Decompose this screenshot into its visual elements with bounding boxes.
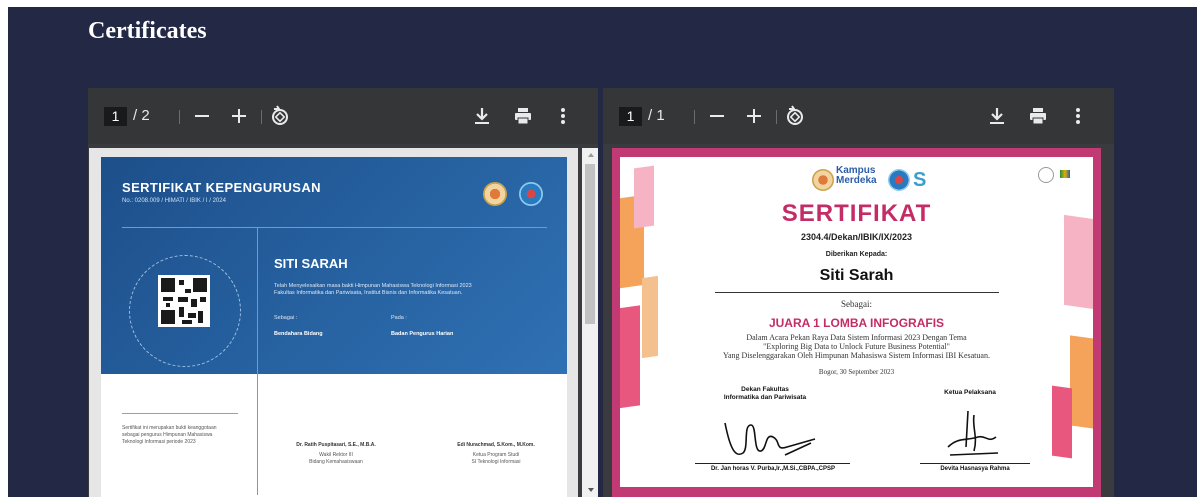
signature-2 — [947, 410, 999, 456]
pdf-toolbar: 1 / 2 — [88, 88, 598, 144]
zoom-out-icon[interactable] — [705, 104, 729, 128]
certificate-number: No.: 0208.009 / HIMATI / IBIK / I / 2024 — [122, 198, 226, 204]
toolbar-separator — [694, 110, 695, 124]
more-icon[interactable] — [1066, 104, 1090, 128]
footnote-line: Sertifikat ini merupakan bukti keanggota… — [122, 425, 217, 431]
download-icon[interactable] — [470, 104, 494, 128]
unit-value: Badan Pengurus Harian — [391, 331, 454, 337]
footnote-line: Teknologi Informasi periode 2023 — [122, 439, 196, 445]
given-to-label: Diberikan Kepada: — [825, 251, 888, 258]
pdf-toolbar: 1 / 1 — [603, 88, 1114, 144]
toolbar-separator — [179, 110, 180, 124]
section-title: Certificates — [88, 18, 207, 44]
description-line: Dalam Acara Pekan Raya Data Sistem Infor… — [746, 333, 967, 342]
unit-label: Pada : — [391, 315, 407, 321]
certificate-header-panel: SERTIFIKAT KEPENGURUSAN No.: 0208.009 / … — [101, 157, 567, 374]
signatory-2-name: Devita Hasnasya Rahma — [940, 466, 1010, 472]
download-icon[interactable] — [985, 104, 1009, 128]
signatory-1-title: Dekan Fakultas — [741, 386, 789, 393]
print-icon[interactable] — [1026, 104, 1050, 128]
certificate-page: SERTIFIKAT KEPENGURUSAN No.: 0208.009 / … — [89, 148, 578, 497]
signatory-2-name: Edi Nurachmad, S.Kom., M.Kom. — [457, 442, 535, 448]
recipient-name: SITI SARAH — [274, 256, 348, 271]
signatory-1-title: Informatika dan Pariwisata — [723, 394, 807, 401]
toolbar-separator — [776, 110, 777, 124]
scrollbar-thumb[interactable] — [585, 164, 595, 324]
organization-logo — [519, 182, 543, 206]
rotate-icon[interactable] — [268, 104, 292, 128]
zoom-in-icon[interactable] — [742, 104, 766, 128]
signatory-2-title: Ketua Pelaksana — [944, 389, 996, 396]
partner-logo: S — [913, 169, 927, 191]
pdf-viewer-1[interactable]: 1 / 2 SERTIFIKAT KEPENGURUSAN No.: 0208.… — [88, 88, 598, 497]
signatory-1-name: Dr. Jan horas V. Purba,Ir.,M.Si.,CBPA.,C… — [710, 466, 836, 472]
signatory-1-name: Dr. Ratih Puspitasari, S.E., M.B.A. — [296, 442, 376, 448]
certificate-page: Kampus Merdeka S SERTIFIKAT 2304.4/Dekan… — [612, 148, 1101, 497]
pdf-viewer-2[interactable]: 1 / 1 Kampus Merdeka S SERTIFIKAT 2304.4… — [603, 88, 1114, 497]
place-date: Bogor, 30 September 2023 — [818, 368, 895, 376]
description-line: Yang Diselenggarakan Oleh Himpunan Mahas… — [723, 351, 990, 360]
rotate-icon[interactable] — [783, 104, 807, 128]
partner-logo — [1038, 167, 1054, 183]
award-title: JUARA 1 LOMBA INFOGRAFIS — [768, 316, 945, 330]
organization-logo — [888, 169, 910, 191]
certificate-title: SERTIFIKAT KEPENGURUSAN — [122, 180, 321, 195]
zoom-in-icon[interactable] — [227, 104, 251, 128]
certificate-number: 2304.4/Dekan/IBIK/IX/2023 — [800, 232, 913, 242]
qr-code — [158, 275, 210, 327]
signatory-1-role: Wakil Rektor III — [319, 452, 353, 458]
page-total: / 2 — [133, 107, 150, 124]
page-total: / 1 — [648, 107, 665, 124]
institution-logo — [483, 182, 507, 206]
role-label: Sebagai : — [274, 315, 298, 321]
institution-logo — [812, 169, 834, 191]
more-icon[interactable] — [551, 104, 575, 128]
decoration — [1052, 385, 1072, 459]
as-label: Sebagai: — [841, 299, 872, 309]
page-number-input[interactable]: 1 — [104, 107, 127, 126]
description-line: Fakultas Informatika dan Pariwisata, Ins… — [274, 290, 463, 296]
print-icon[interactable] — [511, 104, 535, 128]
description-line: "Exploring Big Data to Unlock Future Bus… — [763, 342, 950, 351]
zoom-out-icon[interactable] — [190, 104, 214, 128]
kampus-merdeka-logo: Kampus Merdeka — [836, 165, 877, 186]
partner-logo — [1060, 170, 1070, 178]
scrollbar[interactable] — [582, 148, 598, 497]
signatory-2-role: Ketua Program Studi — [472, 452, 520, 458]
signature-1 — [724, 422, 816, 456]
signatory-2-role: SI Teknologi Informasi — [471, 459, 521, 465]
footnote-line: sebagai pengurus Himpunan Mahasiswa — [122, 432, 213, 438]
certificate-title: SERTIFIKAT — [781, 200, 932, 227]
role-value: Bendahara Bidang — [274, 331, 323, 337]
signatory-1-role: Bidang Kemahasiswaan — [309, 459, 363, 465]
recipient-name: Siti Sarah — [819, 267, 894, 284]
page-number-input[interactable]: 1 — [619, 107, 642, 126]
description-line: Telah Menyelesaikan masa bakti Himpunan … — [274, 283, 472, 289]
toolbar-separator — [261, 110, 262, 124]
decoration — [1064, 214, 1093, 310]
